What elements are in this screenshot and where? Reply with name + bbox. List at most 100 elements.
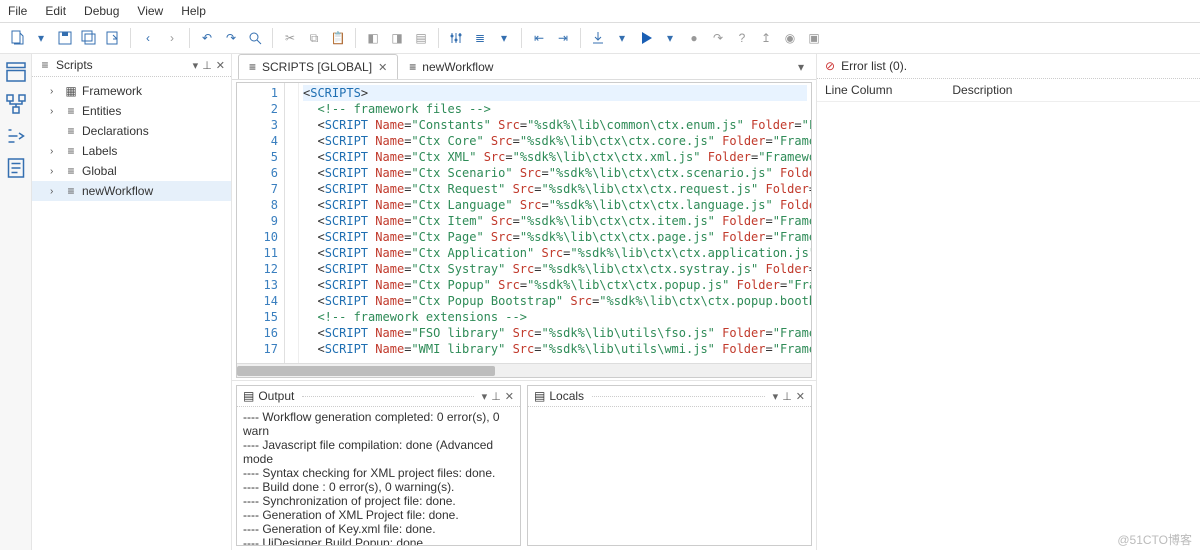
output-icon: ▤ [243,389,254,403]
panel-pin-icon[interactable]: ⊥ [782,390,792,403]
tree-item-entities[interactable]: ›≡Entities [32,101,231,121]
panel-close-icon[interactable]: ✕ [216,59,225,72]
menu-file[interactable]: File [8,4,27,18]
panel-close-icon[interactable]: ✕ [505,390,514,403]
new-dropdown[interactable]: ▾ [30,27,52,49]
col-line[interactable]: Line [825,83,848,97]
run-button[interactable] [635,27,657,49]
scrollbar-thumb[interactable] [237,366,495,376]
panel-pin-icon[interactable]: ⊥ [202,59,212,72]
run-dropdown[interactable]: ▾ [659,27,681,49]
settings-button[interactable] [445,27,467,49]
breakpoint-button[interactable]: ◉ [779,27,801,49]
tree-label: Declarations [82,124,149,138]
next-bookmark-button[interactable]: ▤ [410,27,432,49]
scripts-icon: ≡ [38,58,52,72]
error-list-panel: ⊘ Error list (0). Line Column Descriptio… [816,54,1200,550]
locals-icon: ▤ [534,389,545,403]
rail-docs-icon[interactable] [4,156,28,180]
list-icon: ≡ [64,124,78,138]
toolbar: ▾ ‹ › ↶ ↷ ✂ ⧉ 📋 ◧ ◨ ▤ ≣ ▾ ⇤ ⇥ ▾ ▾ ● ↷ ? … [0,23,1200,54]
close-icon[interactable]: ✕ [378,61,387,74]
chevron-right-icon: › [50,86,60,97]
save-button[interactable] [54,27,76,49]
menu-view[interactable]: View [137,4,163,18]
code-editor[interactable]: 1234567891011121314151617 <SCRIPTS> <!--… [236,82,812,378]
line-number-gutter: 1234567891011121314151617 [237,83,285,377]
outdent-button[interactable]: ⇤ [528,27,550,49]
paste-button[interactable]: 📋 [327,27,349,49]
rail-structure-icon[interactable] [4,92,28,116]
find-button[interactable] [244,27,266,49]
list-icon: ≡ [64,144,78,158]
editor-tabs: ≡ SCRIPTS [GLOBAL] ✕ ≡ newWorkflow ▾ [232,54,816,80]
export-button[interactable] [102,27,124,49]
list-icon: ≡ [64,184,78,198]
panel-close-icon[interactable]: ✕ [796,390,805,403]
tab-newworkflow[interactable]: ≡ newWorkflow [398,54,504,79]
error-list-title: Error list (0). [841,59,907,73]
tab-scripts-global[interactable]: ≡ SCRIPTS [GLOBAL] ✕ [238,54,398,79]
nav-back-button[interactable]: ‹ [137,27,159,49]
col-description[interactable]: Description [952,83,1012,97]
code-area[interactable]: <SCRIPTS> <!-- framework files --> <SCRI… [299,83,811,377]
output-body[interactable]: ---- Workflow generation completed: 0 er… [237,407,520,545]
step-over-button[interactable]: ↷ [707,27,729,49]
locals-panel: ▤ Locals ▾⊥ ✕ [527,385,812,546]
list-icon: ≡ [64,104,78,118]
step-into-button[interactable]: ? [731,27,753,49]
output-title: Output [258,389,294,403]
indent-button[interactable]: ⇥ [552,27,574,49]
tree-label: newWorkflow [82,184,153,198]
chevron-right-icon: › [50,106,60,117]
panel-dropdown-icon[interactable]: ▾ [482,390,488,403]
download-button[interactable] [587,27,609,49]
menu-debug[interactable]: Debug [84,4,119,18]
scripts-panel-header: ≡ Scripts ▾ ⊥ ✕ [32,54,231,77]
copy-button[interactable]: ⧉ [303,27,325,49]
panel-pin-icon[interactable]: ⊥ [491,390,501,403]
tree-label: Framework [82,84,142,98]
filter-dropdown[interactable]: ▾ [493,27,515,49]
step-out-button[interactable]: ↥ [755,27,777,49]
menu-help[interactable]: Help [181,4,206,18]
scripts-tree: ›▦Framework ›≡Entities ≡Declarations ›≡L… [32,77,231,550]
horizontal-scrollbar[interactable] [237,363,811,377]
locals-title: Locals [549,389,584,403]
rail-projects-icon[interactable] [4,60,28,84]
scripts-panel: ≡ Scripts ▾ ⊥ ✕ ›▦Framework ›≡Entities ≡… [32,54,232,550]
panel-dropdown-icon[interactable]: ▾ [193,59,199,72]
filter-button[interactable]: ≣ [469,27,491,49]
col-column[interactable]: Column [851,83,892,97]
panel-dropdown-icon[interactable]: ▾ [773,390,779,403]
cut-button[interactable]: ✂ [279,27,301,49]
prev-bookmark-button[interactable]: ◨ [386,27,408,49]
nav-forward-button[interactable]: › [161,27,183,49]
record-button[interactable]: ● [683,27,705,49]
tree-item-labels[interactable]: ›≡Labels [32,141,231,161]
tree-item-declarations[interactable]: ≡ Declarations [32,121,231,141]
tree-item-newworkflow[interactable]: › ≡ newWorkflow [32,181,231,201]
download-dropdown[interactable]: ▾ [611,27,633,49]
locals-body[interactable] [528,407,811,545]
rail-scripts-icon[interactable] [4,124,28,148]
new-file-button[interactable] [6,27,28,49]
menu-edit[interactable]: Edit [45,4,66,18]
tree-item-global[interactable]: ›≡Global [32,161,231,181]
list-icon: ≡ [64,164,78,178]
activity-bar [0,54,32,550]
grid-icon: ▦ [64,84,78,98]
fold-gutter [285,83,299,377]
toggle-bookmark-button[interactable]: ◧ [362,27,384,49]
chevron-right-icon: › [50,186,60,197]
chevron-right-icon: › [50,166,60,177]
undo-button[interactable]: ↶ [196,27,218,49]
output-panel: ▤ Output ▾⊥ ✕ ---- Workflow generation comp… [236,385,521,546]
tree-item-framework[interactable]: › ▦ Framework [32,81,231,101]
scripts-panel-title: Scripts [56,58,189,72]
stop-button[interactable]: ▣ [803,27,825,49]
watermark: @51CTO博客 [1117,531,1192,548]
save-all-button[interactable] [78,27,100,49]
tabs-overflow-dropdown[interactable]: ▾ [792,60,810,74]
redo-button[interactable]: ↷ [220,27,242,49]
